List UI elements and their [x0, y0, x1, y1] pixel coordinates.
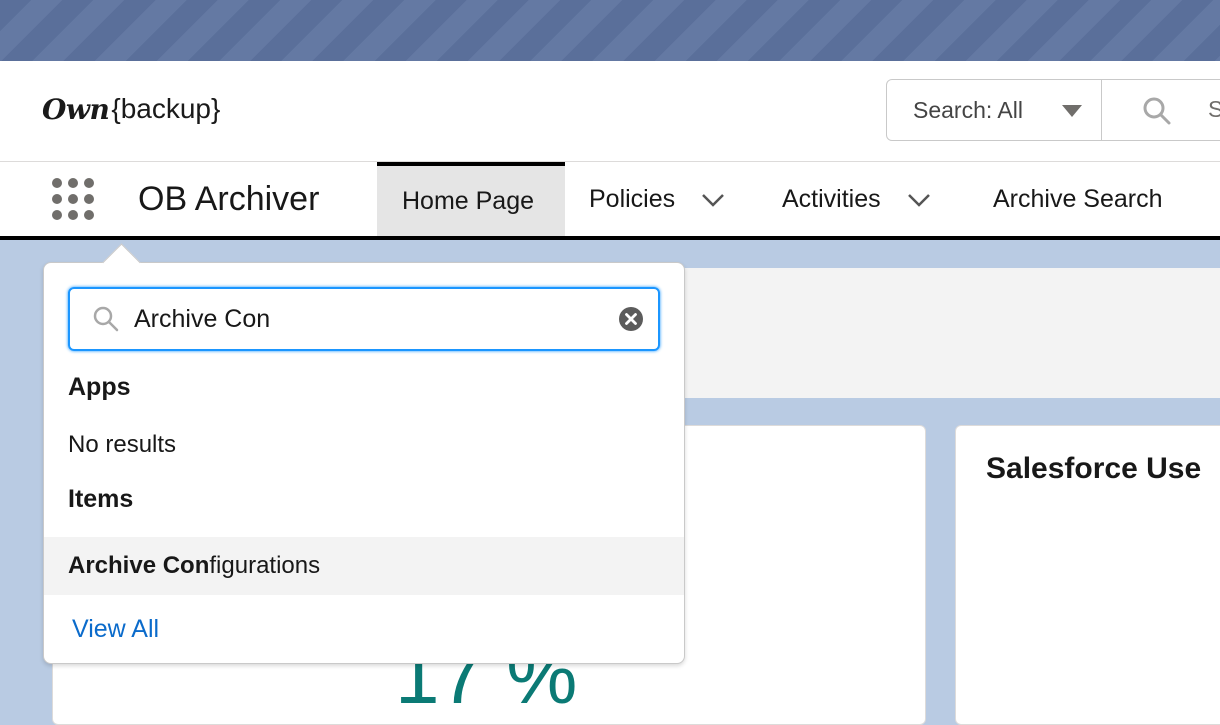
chevron-down-icon[interactable]	[907, 185, 931, 214]
app-launcher-search-input[interactable]	[134, 301, 604, 337]
app-navigation-bar: OB Archiver Home Page Policies Activitie…	[0, 162, 1220, 240]
apps-empty-message: No results	[68, 431, 177, 458]
search-scope-dropdown[interactable]: Search: All	[886, 79, 1102, 141]
tab-label: Home Page	[402, 186, 535, 215]
logo-own-text: Own	[42, 92, 110, 126]
tab-label: Activities	[782, 184, 881, 213]
search-icon	[1142, 96, 1172, 131]
tab-label: Archive Search	[993, 184, 1163, 213]
app-launcher-icon[interactable]	[52, 178, 96, 222]
view-all-link[interactable]: View All	[72, 615, 159, 644]
tab-label: Policies	[589, 184, 676, 213]
app-launcher-search[interactable]	[68, 287, 660, 351]
global-search-input[interactable]: S	[1102, 79, 1220, 141]
app-name: OB Archiver	[138, 180, 320, 218]
tab-home-page[interactable]: Home Page	[377, 162, 565, 236]
caret-down-icon	[1061, 104, 1083, 123]
top-banner	[0, 0, 1220, 61]
logo-backup-text: {backup}	[111, 93, 221, 124]
search-placeholder: S	[1208, 96, 1220, 122]
match-highlight: Archive Con	[68, 552, 210, 579]
page-header-card	[680, 268, 1220, 398]
search-icon	[92, 305, 120, 338]
chevron-down-icon[interactable]	[701, 185, 725, 214]
global-header: Own {backup} Search: All S	[0, 61, 1220, 162]
card-title: Salesforce Use	[986, 452, 1202, 485]
tab-archive-search[interactable]: Archive Search	[993, 162, 1163, 236]
search-scope-label: Search: All	[913, 96, 1023, 123]
match-rest: figurations	[209, 552, 321, 579]
items-heading: Items	[68, 485, 134, 513]
apps-heading: Apps	[68, 373, 131, 401]
ownbackup-logo[interactable]: Own {backup}	[42, 89, 220, 129]
tab-policies[interactable]: Policies	[589, 162, 725, 236]
tab-activities[interactable]: Activities	[782, 162, 931, 236]
list-item-archive-configurations[interactable]: Archive Configurations	[44, 537, 684, 595]
list-item-label: Archive Configurations	[68, 552, 320, 580]
app-launcher-dropdown: Apps No results Items Archive Configurat…	[43, 243, 685, 664]
clear-icon[interactable]	[618, 306, 644, 337]
